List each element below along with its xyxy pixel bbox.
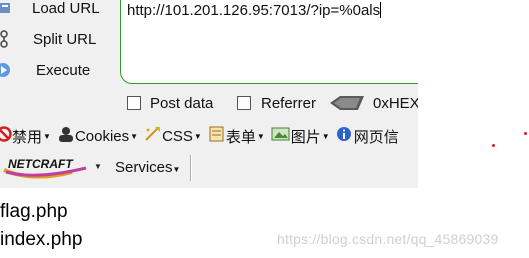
netcraft-logo[interactable]: NETCRAFT xyxy=(2,156,90,185)
execute-icon xyxy=(0,60,14,80)
referrer-checkbox[interactable] xyxy=(237,96,251,110)
watermark: https://blog.csdn.net/qq_45869039 xyxy=(277,231,499,247)
split-url-label: Split URL xyxy=(33,30,97,48)
services-label: Services xyxy=(115,159,173,176)
post-data-checkbox[interactable] xyxy=(127,96,141,110)
execute-label: Execute xyxy=(36,61,91,79)
text-caret xyxy=(380,2,382,18)
image-icon xyxy=(271,126,291,146)
split-url-button[interactable]: Split URL xyxy=(0,27,96,51)
post-data-label: Post data xyxy=(150,95,214,112)
menu-form-label: 表单 xyxy=(225,128,256,146)
css-icon xyxy=(144,126,162,146)
output-line: index.php xyxy=(0,229,83,250)
web-developer-menu: 禁用 ▼ Cookies ▼ CSS ▼ 表单 ▼ 图片 ▼ 网页信 xyxy=(0,125,418,147)
info-icon xyxy=(336,126,354,146)
output-line: flag.php xyxy=(0,201,68,222)
hackbar-toolbar: Load URL Split URL Execute http://101.20… xyxy=(0,0,418,188)
menu-disable-label: 禁用 xyxy=(12,128,43,146)
menu-info-label: 网页信 xyxy=(353,128,399,146)
split-url-icon xyxy=(0,29,14,49)
menu-cookies[interactable]: Cookies ▼ xyxy=(57,126,138,146)
load-url-button[interactable]: Load URL xyxy=(0,0,100,20)
form-icon xyxy=(208,126,226,146)
menu-css[interactable]: CSS ▼ xyxy=(144,126,202,146)
disable-icon xyxy=(0,126,12,146)
toolbar-separator xyxy=(190,155,191,181)
menu-info[interactable]: 网页信 xyxy=(336,126,399,147)
menu-image-label: 图片 xyxy=(290,128,321,146)
referrer-label: Referrer xyxy=(261,95,317,112)
menu-form[interactable]: 表单 ▼ xyxy=(208,126,265,147)
menu-disable[interactable]: 禁用 ▼ xyxy=(0,126,51,147)
svg-text:NETCRAFT: NETCRAFT xyxy=(8,157,74,171)
netcraft-dropdown-arrow[interactable]: ▼ xyxy=(94,162,102,171)
load-url-label: Load URL xyxy=(32,0,100,17)
menu-cookies-label: Cookies xyxy=(74,127,130,145)
execute-button[interactable]: Execute xyxy=(0,58,90,82)
services-menu[interactable]: Services▼ xyxy=(115,159,180,176)
menu-css-label: CSS xyxy=(162,127,193,145)
cookies-icon xyxy=(57,126,75,146)
hex-button[interactable]: 0xHEX xyxy=(373,95,418,112)
menu-image[interactable]: 图片 ▼ xyxy=(271,126,330,147)
red-dot xyxy=(492,144,495,147)
url-value[interactable]: http://101.201.126.95:7013/?ip=%0als xyxy=(127,2,382,19)
netcraft-toolbar: NETCRAFT ▼ Services▼ xyxy=(0,154,418,182)
red-dot xyxy=(524,132,527,135)
hex-arrow-icon[interactable] xyxy=(330,96,364,115)
load-url-icon xyxy=(0,0,14,18)
